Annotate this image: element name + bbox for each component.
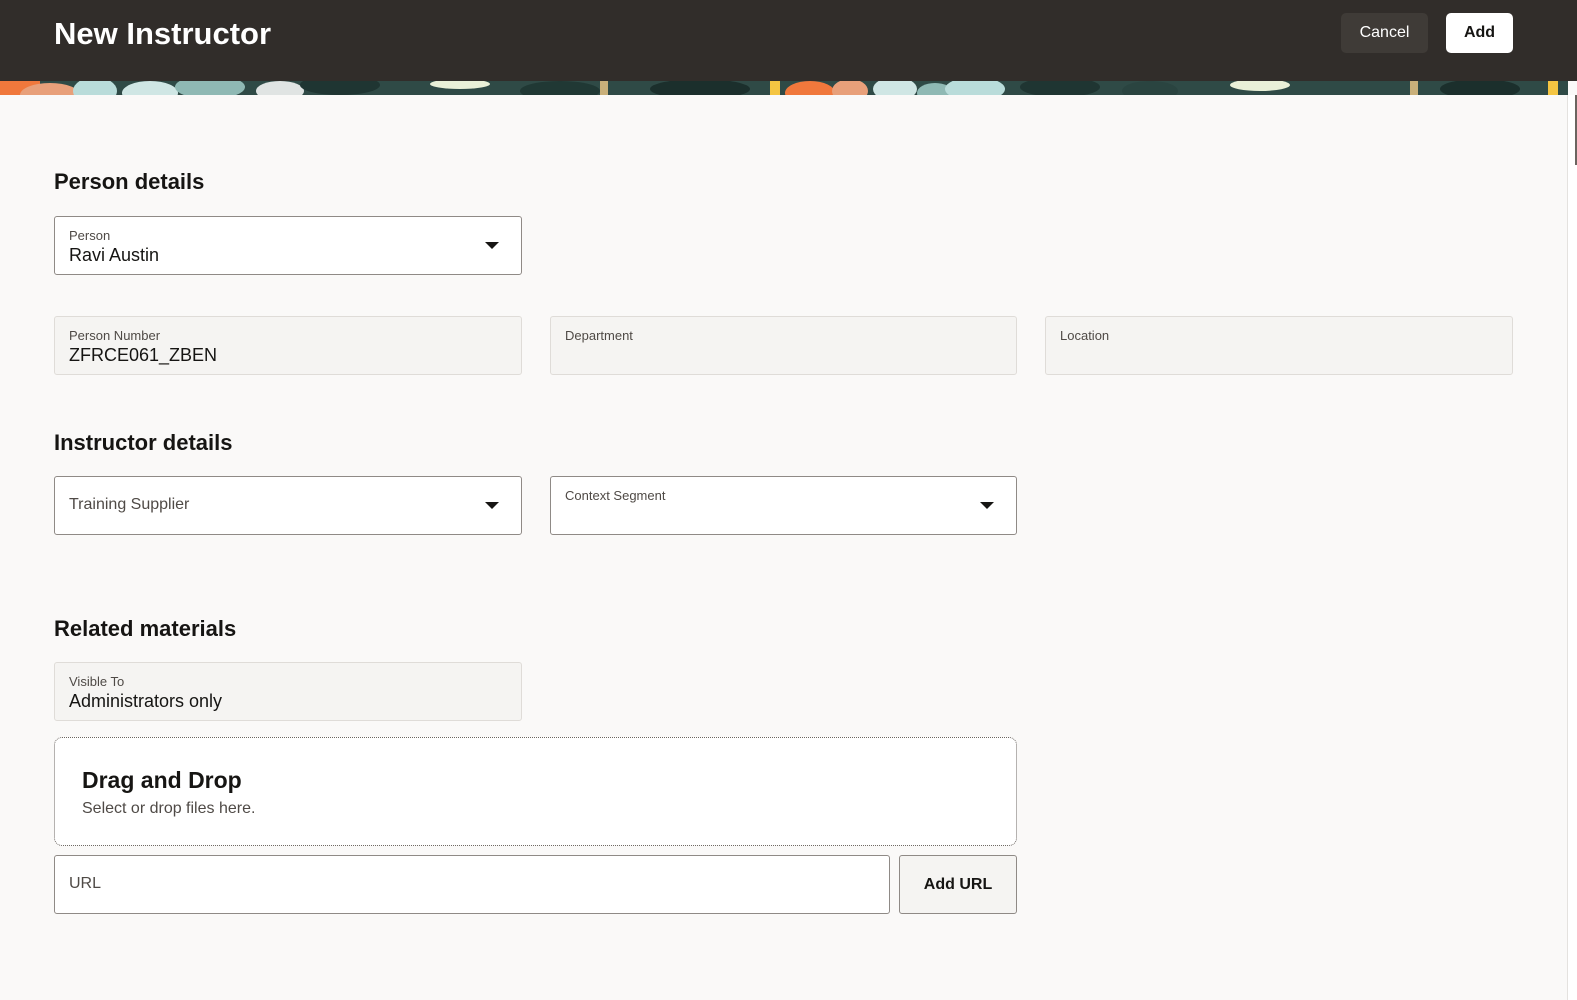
section-title-instructor-details: Instructor details [54,430,233,455]
section-title-related-materials: Related materials [54,616,237,641]
person-label: Person [69,228,111,243]
department-label: Department [565,328,633,343]
file-dropzone[interactable]: Drag and Drop Select or drop files here. [54,737,1017,846]
person-value: Ravi Austin [69,245,160,265]
visible-to-value: Administrators only [69,691,223,711]
dropzone-title: Drag and Drop [82,767,242,793]
person-number-label: Person Number [69,328,161,343]
location-label: Location [1060,328,1110,343]
chevron-down-icon[interactable] [485,502,499,509]
cancel-button[interactable]: Cancel [1341,13,1428,53]
page-header: New Instructor Cancel Add [0,0,1577,81]
person-number-value: ZFRCE061_ZBEN [69,345,218,365]
page-title: New Instructor [54,16,272,51]
section-title-person-details: Person details [54,169,205,194]
url-placeholder: URL [69,875,102,892]
banner-pattern [0,81,1568,95]
dropzone-subtitle: Select or drop files here. [82,800,256,817]
training-supplier-placeholder: Training Supplier [69,496,190,513]
location-field: Location [1045,316,1513,375]
chevron-down-icon[interactable] [980,502,994,509]
person-select[interactable]: Person Ravi Austin [54,216,522,275]
visible-to-label: Visible To [69,674,125,689]
add-url-button[interactable]: Add URL [899,855,1017,914]
department-field: Department [550,316,1017,375]
decorative-banner [0,81,1568,95]
person-number-field: Person Number ZFRCE061_ZBEN [54,316,522,375]
add-button[interactable]: Add [1446,13,1513,53]
visible-to-field: Visible To Administrators only [54,662,522,721]
url-input[interactable]: URL [54,855,890,914]
chevron-down-icon[interactable] [485,242,499,249]
scrollbar-track[interactable] [1567,95,1577,1000]
training-supplier-select[interactable]: Training Supplier [54,476,522,535]
context-segment-select[interactable]: Context Segment [550,476,1017,535]
context-segment-label: Context Segment [565,488,666,503]
